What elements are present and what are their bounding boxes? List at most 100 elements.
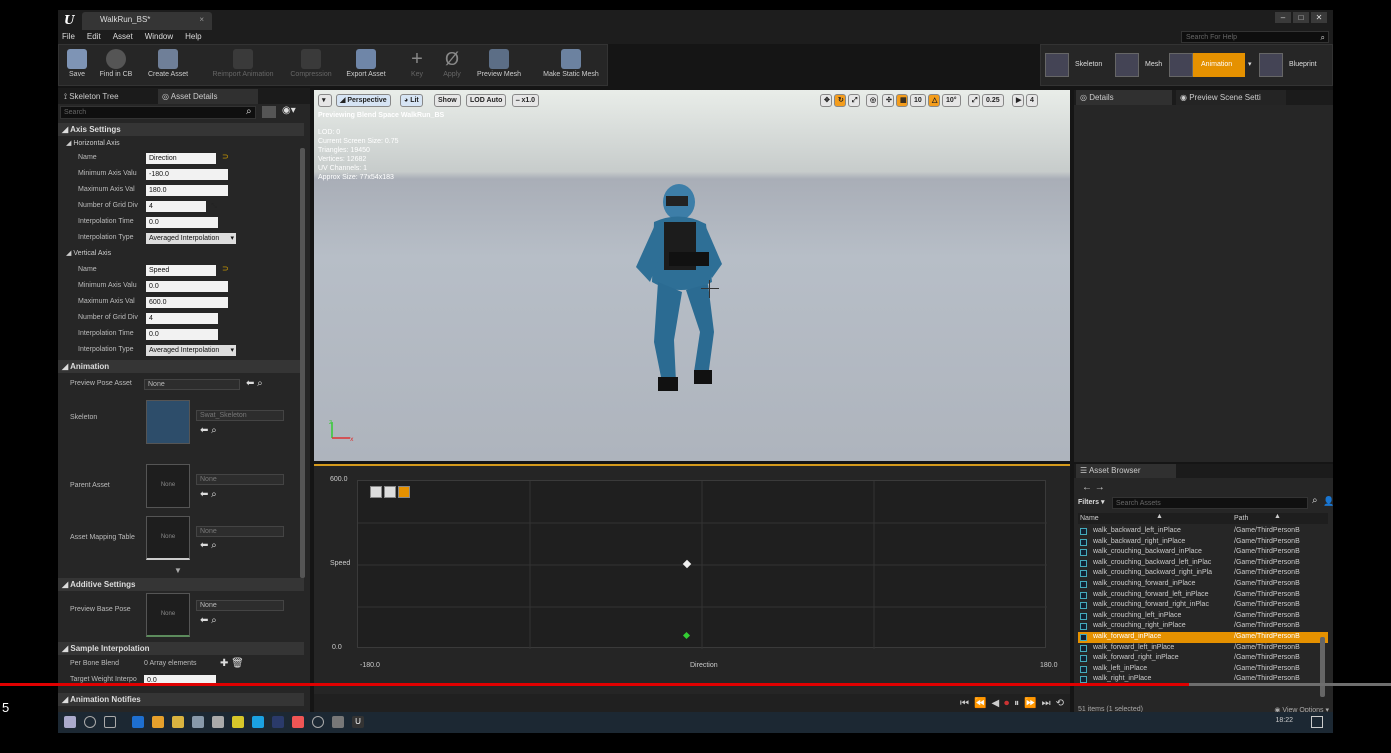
scale-icon[interactable]: ⤢ [848,94,860,107]
show-button[interactable]: Show [434,94,461,107]
asset-list-scrollbar[interactable] [1320,637,1325,697]
skeleton-dropdown[interactable]: Swat_Skeleton [196,410,284,421]
axis-settings-category[interactable]: ◢ Axis Settings [58,123,304,136]
menu-file[interactable]: File [62,30,75,44]
h-grid-divisions-input[interactable]: 4 [146,201,206,212]
playback-speed-button[interactable]: ⎯ x1.0 [512,94,540,107]
tab-asset-details[interactable]: ◎ Asset Details [158,89,258,104]
blend-space-editor[interactable]: 600.0 Speed 0.0 -180.0 Direction 180.0 [314,464,1070,694]
grid-snap-icon[interactable]: ▦ [896,94,908,107]
menu-window[interactable]: Window [145,30,173,44]
skeleton-thumbnail[interactable] [146,400,190,444]
tab-asset-browser[interactable]: ☰ Asset Browser [1076,464,1176,478]
asset-list-item[interactable]: walk_forward_inPlace/Game/ThirdPersonB [1078,631,1328,643]
asset-list-item[interactable]: walk_forward_left_inPlace/Game/ThirdPers… [1078,643,1328,654]
column-path[interactable]: Path [1234,515,1248,522]
edge-icon[interactable] [132,716,144,728]
user-icon[interactable]: 👤 [1323,496,1333,507]
chrome-icon[interactable] [152,716,164,728]
reset-icon[interactable]: ⊃ [222,264,229,273]
parent-asset-browse-icon[interactable]: ⬅ ⌕ [200,489,217,500]
menu-asset[interactable]: Asset [113,30,133,44]
h-interp-time-input[interactable]: 0.0 [146,217,218,228]
camera-speed-value[interactable]: 4 [1026,94,1038,107]
save-button[interactable]: Save [63,45,91,87]
apply-button[interactable]: Ø Apply [437,45,467,87]
find-in-cb-button[interactable]: Find in CB [95,45,137,87]
tab-details[interactable]: ◎ Details [1076,90,1172,105]
preview-viewport[interactable]: ▾ ◢ Perspective ◕ Lit Show LOD Auto ⎯ x1… [314,90,1070,461]
reset-icon[interactable]: ⊃ [222,152,229,161]
close-tab-icon[interactable]: × [199,15,204,24]
asset-list-item[interactable]: walk_crouching_forward_right_inPlac/Game… [1078,600,1328,611]
asset-mapping-thumbnail[interactable]: None [146,516,190,560]
use-asset-arrow-icon[interactable]: ⬅ ⌕ [246,378,263,389]
asset-list-item[interactable]: walk_crouching_forward_inPlace/Game/Thir… [1078,579,1328,590]
scale-snap-value[interactable]: 0.25 [982,94,1004,107]
v-axis-max-input[interactable]: 600.0 [146,297,228,308]
asset-list-item[interactable]: walk_crouching_forward_left_inPlace/Game… [1078,590,1328,601]
file-explorer-icon[interactable] [172,716,184,728]
surface-snap-icon[interactable]: ✣ [882,94,894,107]
app-icon[interactable] [332,716,344,728]
export-asset-button[interactable]: Export Asset [341,45,391,87]
task-view-icon[interactable] [104,716,116,728]
view-options-icon[interactable] [262,106,276,118]
viewport-options-icon[interactable]: ▾ [318,94,332,107]
compression-button[interactable]: Compression [285,45,337,87]
translate-icon[interactable]: ✥ [820,94,832,107]
expand-advanced-icon[interactable]: ▼ [174,566,182,575]
rotate-icon[interactable]: ↻ [834,94,846,107]
lit-button[interactable]: ◕ Lit [400,94,423,107]
history-arrows-icon[interactable]: ← → [1082,482,1105,493]
column-name[interactable]: Name [1080,515,1099,522]
perspective-button[interactable]: ◢ Perspective [336,94,391,107]
parent-asset-thumbnail[interactable]: None [146,464,190,508]
v-interp-type-dropdown[interactable]: Averaged Interpolation [146,345,236,356]
asset-list-item[interactable]: walk_crouching_backward_left_inPlac/Game… [1078,558,1328,569]
h-interp-type-dropdown[interactable]: Averaged Interpolation [146,233,236,244]
skeleton-browse-icon[interactable]: ⬅ ⌕ [200,425,217,436]
notifications-icon[interactable] [1311,716,1323,728]
skip-start-icon[interactable]: ⏮ [960,698,969,709]
mode-skeleton[interactable]: Skeleton [1045,53,1115,77]
asset-list-item[interactable]: walk_backward_left_inPlace/Game/ThirdPer… [1078,526,1328,537]
asset-list-item[interactable]: walk_crouching_right_inPlace/Game/ThirdP… [1078,621,1328,632]
app-icon[interactable] [312,716,324,728]
v-axis-min-input[interactable]: 0.0 [146,281,228,292]
additive-settings-category[interactable]: ◢ Additive Settings [58,578,304,591]
blend-space-grid[interactable] [357,480,1047,649]
rotation-snap-icon[interactable]: △ [928,94,940,107]
skype-icon[interactable] [252,716,264,728]
h-axis-max-input[interactable]: 180.0 [146,185,228,196]
step-forward-icon[interactable]: ⏩ [1024,698,1036,709]
filters-button[interactable]: Filters ▾ [1078,498,1104,506]
asset-list-item[interactable]: walk_forward_right_inPlace/Game/ThirdPer… [1078,653,1328,664]
document-tab[interactable]: WalkRun_BS* × [82,12,212,30]
v-axis-name-input[interactable]: Speed [146,265,216,276]
rotation-snap-value[interactable]: 10° [942,94,961,107]
base-pose-dropdown[interactable]: None [196,600,284,611]
spin-icon[interactable]: ⤡ [208,201,220,212]
search-icon[interactable] [84,716,96,728]
eye-icon[interactable]: ◉▾ [282,105,296,116]
start-icon[interactable] [64,716,76,728]
scale-snap-icon[interactable]: ⤢ [968,94,980,107]
app-icon[interactable] [292,716,304,728]
triangulation-icon[interactable] [384,486,396,498]
asset-mapping-browse-icon[interactable]: ⬅ ⌕ [200,540,217,551]
asset-list-item[interactable]: walk_left_inPlace/Game/ThirdPersonB [1078,664,1328,675]
play-reverse-icon[interactable]: ◀ [991,698,999,709]
parent-asset-dropdown[interactable]: None [196,474,284,485]
mode-mesh[interactable]: Mesh [1115,53,1169,77]
unreal-taskbar-icon[interactable]: U [352,716,364,728]
horizontal-axis-group[interactable]: ◢ Horizontal Axis [58,138,304,150]
mode-dropdown-icon[interactable]: ▾ [1248,53,1256,77]
help-search-input[interactable]: Search For Help ⌕ [1181,31,1329,43]
record-icon[interactable]: ⏺ [1004,698,1009,709]
world-local-icon[interactable]: ◎ [866,94,878,107]
lod-button[interactable]: LOD Auto [466,94,507,107]
h-axis-name-input[interactable]: Direction [146,153,216,164]
grid-snap-value[interactable]: 10 [910,94,926,107]
tab-skeleton-tree[interactable]: ⟟ Skeleton Tree [60,89,150,104]
